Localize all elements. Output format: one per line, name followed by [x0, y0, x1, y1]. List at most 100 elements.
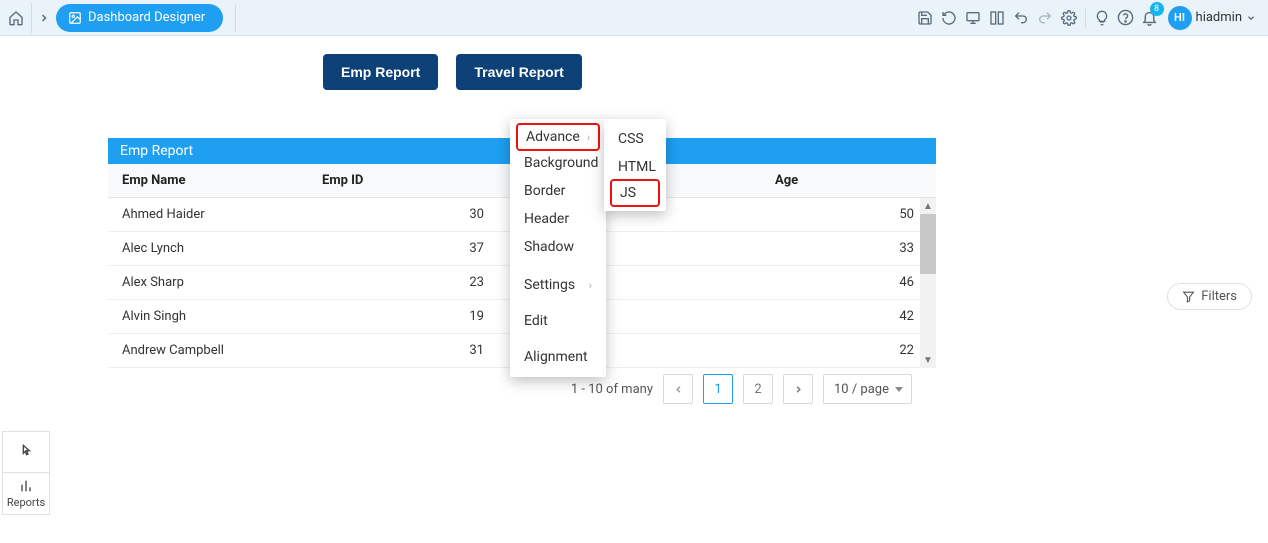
report-buttons: Emp Report Travel Report [0, 36, 1268, 90]
filter-icon [1182, 290, 1195, 303]
ctx-item-advance[interactable]: Advance › [516, 123, 600, 151]
ctx-label: Header [524, 211, 569, 227]
breadcrumb-next[interactable] [32, 3, 56, 33]
ctx-label: Border [524, 183, 565, 199]
save-dropdown-button[interactable] [913, 0, 937, 36]
avatar: HI [1168, 6, 1192, 30]
ctx-item-settings[interactable]: Settings › [510, 271, 606, 299]
page-size-label: 10 / page [834, 382, 889, 397]
topbar-left: Dashboard Designer [0, 0, 236, 35]
cell-age: 50 [761, 198, 936, 231]
top-bar: Dashboard Designer 8 HI hiadmin [0, 0, 1268, 36]
bar-chart-icon [18, 478, 34, 494]
topbar-divider [235, 4, 236, 32]
undo-button[interactable] [1009, 0, 1033, 36]
lightbulb-icon [1094, 10, 1110, 26]
page-size-select[interactable]: 10 / page [823, 374, 912, 404]
idea-button[interactable] [1090, 0, 1114, 36]
col-header-age[interactable]: Age [761, 164, 936, 197]
help-button[interactable] [1114, 0, 1138, 36]
user-name: hiadmin [1196, 10, 1242, 25]
gear-icon [1061, 10, 1077, 26]
ctx-label: Edit [524, 313, 548, 329]
col-header-name[interactable]: Emp Name [108, 164, 308, 197]
ctx-label: HTML [618, 159, 656, 175]
pager-page-2[interactable]: 2 [743, 374, 773, 404]
cell-age: 42 [761, 300, 936, 333]
breadcrumb-dashboard-designer[interactable]: Dashboard Designer [56, 4, 223, 32]
ctx-label: JS [620, 185, 636, 201]
cell-name: Alec Lynch [108, 232, 308, 265]
refresh-icon [941, 10, 957, 26]
chevron-right-icon: › [587, 131, 590, 144]
cell-name: Alvin Singh [108, 300, 308, 333]
breadcrumb-label: Dashboard Designer [88, 10, 205, 25]
notification-badge: 8 [1150, 2, 1164, 16]
ctx-label: CSS [618, 131, 644, 147]
redo-icon [1037, 10, 1053, 26]
cell-age: 46 [761, 266, 936, 299]
ctx-sub-html[interactable]: HTML [604, 153, 666, 181]
pointer-icon [18, 444, 34, 460]
side-tools: Reports [2, 431, 50, 515]
home-icon [8, 10, 24, 26]
redo-button[interactable] [1033, 0, 1057, 36]
undo-icon [1013, 10, 1029, 26]
image-icon [68, 11, 82, 25]
pager-next[interactable] [783, 374, 813, 404]
topbar-right: 8 HI hiadmin [913, 0, 1268, 35]
ctx-label: Shadow [524, 239, 574, 255]
scrollbar-thumb[interactable] [920, 214, 936, 274]
chevron-left-icon [673, 384, 684, 395]
cell-age: 33 [761, 232, 936, 265]
col-header-id[interactable]: Emp ID [308, 164, 498, 197]
scroll-up-button[interactable]: ▲ [920, 198, 936, 214]
chevron-down-icon [1246, 13, 1256, 23]
ctx-item-header[interactable]: Header [510, 205, 606, 233]
ctx-item-shadow[interactable]: Shadow [510, 233, 606, 261]
user-menu[interactable]: HI hiadmin [1162, 6, 1262, 30]
ctx-sub-js[interactable]: JS [610, 179, 660, 207]
pager-page-1[interactable]: 1 [703, 374, 733, 404]
ctx-sub-css[interactable]: CSS [604, 125, 666, 153]
filters-label: Filters [1201, 289, 1237, 304]
save-icon [917, 10, 933, 26]
refresh-button[interactable] [937, 0, 961, 36]
pointer-tool[interactable] [2, 431, 50, 473]
context-submenu: CSS HTML JS [604, 119, 666, 211]
topbar-separator [1085, 8, 1086, 28]
context-menu: Advance › Background Border Header Shadow… [510, 119, 606, 377]
cell-id: 19 [308, 300, 498, 333]
pager-summary: 1 - 10 of many [571, 382, 653, 397]
chevron-right-icon [38, 12, 50, 24]
ctx-item-alignment[interactable]: Alignment [510, 343, 606, 371]
cell-id: 23 [308, 266, 498, 299]
cell-name: Ahmed Haider [108, 198, 308, 231]
cell-id: 30 [308, 198, 498, 231]
help-icon [1117, 9, 1134, 26]
chevron-right-icon: › [589, 279, 592, 292]
chevron-right-icon [793, 384, 804, 395]
ctx-label: Advance [526, 129, 580, 145]
presentation-icon [965, 10, 981, 26]
ctx-item-edit[interactable]: Edit [510, 307, 606, 335]
pager-prev[interactable] [663, 374, 693, 404]
layout-icon [989, 10, 1005, 26]
filters-button[interactable]: Filters [1167, 283, 1252, 310]
settings-button[interactable] [1057, 0, 1081, 36]
ctx-item-background[interactable]: Background [510, 149, 606, 177]
reports-tool[interactable]: Reports [2, 473, 50, 515]
ctx-label: Settings [524, 277, 575, 293]
notifications-button[interactable]: 8 [1138, 0, 1162, 36]
cell-name: Alex Sharp [108, 266, 308, 299]
preview-button[interactable] [961, 0, 985, 36]
emp-report-button[interactable]: Emp Report [323, 54, 438, 90]
cell-id: 37 [308, 232, 498, 265]
layout-button[interactable] [985, 0, 1009, 36]
reports-label: Reports [7, 496, 45, 509]
home-button[interactable] [0, 3, 32, 33]
ctx-label: Background [524, 155, 598, 171]
travel-report-button[interactable]: Travel Report [456, 54, 581, 90]
ctx-label: Alignment [524, 349, 588, 365]
ctx-item-border[interactable]: Border [510, 177, 606, 205]
